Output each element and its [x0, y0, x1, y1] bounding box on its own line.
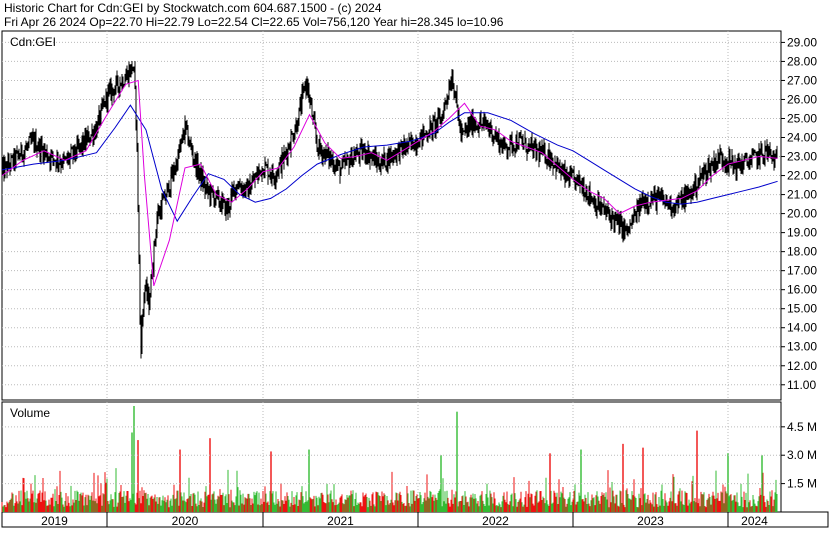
price-tick-label: 21.00	[787, 188, 817, 202]
price-tick-label: 19.00	[787, 226, 817, 240]
price-tick-label: 11.00	[787, 378, 816, 392]
price-axis: 29.00 28.00 27.00 26.00 25.00 24.00 23.00 22.00…	[781, 35, 817, 392]
price-tick-label: 18.00	[787, 245, 817, 259]
price-tick-label: 26.00	[787, 92, 817, 106]
stock-chart: Cdn:GEI 29.00 28.00 27.00 26.00 25.00 24.00 23…	[1, 30, 829, 528]
volume-tick-label: 3.0 M	[787, 448, 817, 462]
year-label: 2024	[741, 514, 768, 528]
price-tick-label: 28.00	[787, 54, 817, 68]
price-tick-label: 25.00	[787, 111, 817, 125]
year-label: 2020	[172, 514, 199, 528]
chart-frames	[1, 30, 829, 528]
price-tick-label: 12.00	[787, 359, 817, 373]
price-tick-label: 13.00	[787, 340, 817, 354]
price-tick-label: 15.00	[787, 302, 817, 316]
price-tick-label: 27.00	[787, 73, 817, 87]
price-tick-label: 14.00	[787, 321, 817, 335]
year-label: 2021	[327, 514, 354, 528]
price-panel-title: Cdn:GEI	[10, 35, 56, 49]
price-tick-label: 16.00	[787, 283, 817, 297]
price-tick-label: 20.00	[787, 207, 817, 221]
year-label: 2023	[637, 514, 664, 528]
price-tick-label: 29.00	[787, 35, 817, 49]
time-axis-frame	[1, 511, 829, 528]
year-label: 2019	[41, 514, 68, 528]
price-tick-label: 17.00	[787, 264, 817, 278]
price-tick-label: 24.00	[787, 131, 817, 145]
year-label: 2022	[482, 514, 509, 528]
volume-tick-label: 4.5 M	[787, 420, 817, 434]
volume-tick-label: 1.5 M	[787, 477, 817, 491]
price-tick-label: 22.00	[787, 169, 817, 183]
price-tick-label: 23.00	[787, 150, 817, 164]
volume-panel-title: Volume	[10, 406, 50, 420]
